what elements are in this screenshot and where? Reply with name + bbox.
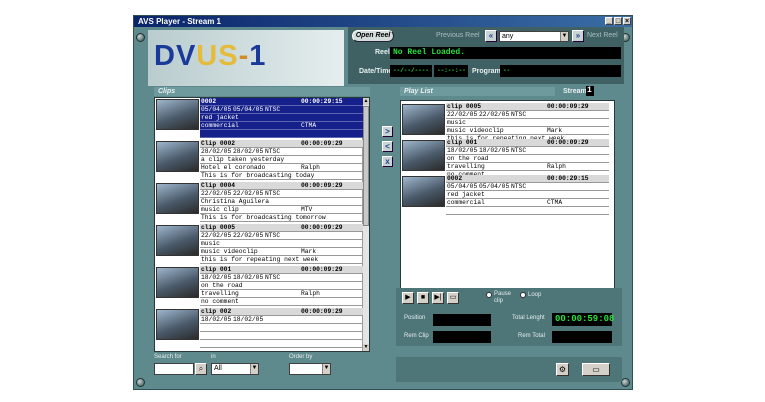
time-display: --:--:-- — [434, 65, 468, 77]
program-display: -- — [500, 65, 621, 77]
logo-panel: DVUS-1 — [148, 30, 344, 86]
chevron-down-icon: ▼ — [322, 364, 330, 374]
scroll-thumb[interactable] — [363, 106, 369, 226]
search-icon[interactable]: ⌕ — [195, 363, 207, 375]
previous-reel-button[interactable]: « — [485, 30, 497, 42]
title-bar[interactable]: AVS Player - Stream 1 _ □ × — [134, 16, 632, 27]
next-clip-icon[interactable]: ▶| — [432, 292, 444, 304]
scroll-down-icon[interactable]: ▼ — [363, 344, 369, 351]
date-display: --/--/---- — [390, 65, 432, 77]
bottom-bar: ⚙ ▭ — [396, 357, 622, 382]
clips-scrollbar[interactable]: ▲ ▼ — [362, 98, 369, 351]
clip-thumbnail — [156, 267, 199, 298]
transport-bar: ▶ ■ ▶| ▭ Pause clip Loop — [396, 288, 622, 312]
maximize-button[interactable]: □ — [614, 17, 622, 25]
rem-clip-label: Rem Clip — [404, 333, 429, 339]
clip-thumbnail — [402, 104, 445, 135]
rem-total-display — [552, 331, 612, 343]
app-window: AVS Player - Stream 1 _ □ × DVUS-1 Open … — [133, 15, 633, 390]
loop-radio[interactable] — [520, 292, 526, 298]
playlist-list[interactable]: clip 0005 00:00:09:29 22/02/05 22/02/05 NTS… — [400, 100, 615, 290]
settings-icon[interactable]: ⚙ — [556, 363, 569, 376]
total-length-label: Total Lenght — [512, 315, 545, 321]
time-panel: Position Total Lenght 00:00:59:08 Rem Cl… — [396, 312, 622, 346]
chevron-down-icon: ▼ — [560, 32, 568, 41]
clips-list[interactable]: ▲ ▼ 0002 00:00:29:15 05/04/05 05/04/05 NTSC… — [154, 97, 370, 352]
stream-number: 1 — [586, 86, 594, 96]
clip-thumbnail — [156, 225, 199, 256]
monitor-icon[interactable]: ▭ — [582, 363, 610, 376]
search-for-label: Search for — [154, 354, 182, 360]
clip-thumbnail — [156, 141, 199, 172]
close-button[interactable]: × — [623, 17, 631, 25]
rem-clip-display — [433, 331, 491, 343]
next-reel-button[interactable]: » — [572, 30, 584, 42]
total-length-display: 00:00:59:08 — [552, 313, 614, 326]
add-to-playlist-button[interactable]: > — [382, 126, 393, 137]
order-by-select[interactable]: ▼ — [289, 363, 331, 375]
reel-selector[interactable]: any ▼ — [499, 31, 569, 42]
reel-panel: Open Reel Previous Reel « any ▼ » Next Re… — [348, 27, 624, 84]
clip-thumbnail — [402, 140, 445, 171]
clip-thumbnail — [402, 176, 445, 207]
clip-thumbnail — [156, 99, 199, 130]
clip-thumbnail — [156, 309, 199, 340]
window-title: AVS Player - Stream 1 — [138, 17, 222, 26]
chevron-down-icon: ▼ — [250, 364, 258, 374]
clips-header: Clips — [154, 87, 370, 96]
stop-icon[interactable]: ■ — [417, 292, 429, 304]
previous-reel-label: Previous Reel — [436, 32, 480, 39]
loop-label: Loop — [528, 292, 542, 298]
program-label: Program — [472, 68, 501, 75]
position-label: Position — [404, 315, 426, 321]
screw-icon — [136, 33, 145, 42]
playlist-header: Play List — [400, 87, 555, 96]
reel-label: Reel — [375, 49, 390, 56]
remove-from-playlist-button[interactable]: < — [382, 141, 393, 152]
clip-thumbnail — [156, 183, 199, 214]
pause-clip-label: Pause clip — [494, 291, 512, 304]
open-reel-button[interactable]: Open Reel — [352, 30, 394, 42]
screw-icon — [621, 378, 630, 387]
next-reel-label: Next Reel — [587, 32, 618, 39]
scroll-up-icon[interactable]: ▲ — [363, 98, 369, 105]
play-icon[interactable]: ▶ — [402, 292, 414, 304]
position-display — [433, 314, 491, 326]
minimize-button[interactable]: _ — [605, 17, 613, 25]
screw-icon — [136, 378, 145, 387]
datetime-label: Date/Time — [359, 68, 393, 75]
dvus-logo: DVUS-1 — [154, 40, 267, 72]
rem-total-label: Rem Total — [518, 333, 545, 339]
search-input[interactable] — [154, 363, 194, 375]
reel-display: No Reel Loaded. — [390, 47, 621, 59]
order-by-label: Order by — [289, 354, 313, 360]
edit-icon[interactable]: ▭ — [447, 292, 459, 304]
clear-playlist-button[interactable]: x — [382, 156, 393, 167]
search-scope-select[interactable]: All ▼ — [211, 363, 259, 375]
pause-clip-radio[interactable] — [486, 292, 492, 298]
stream-label: Stream — [563, 88, 587, 95]
in-label: in — [211, 354, 216, 360]
